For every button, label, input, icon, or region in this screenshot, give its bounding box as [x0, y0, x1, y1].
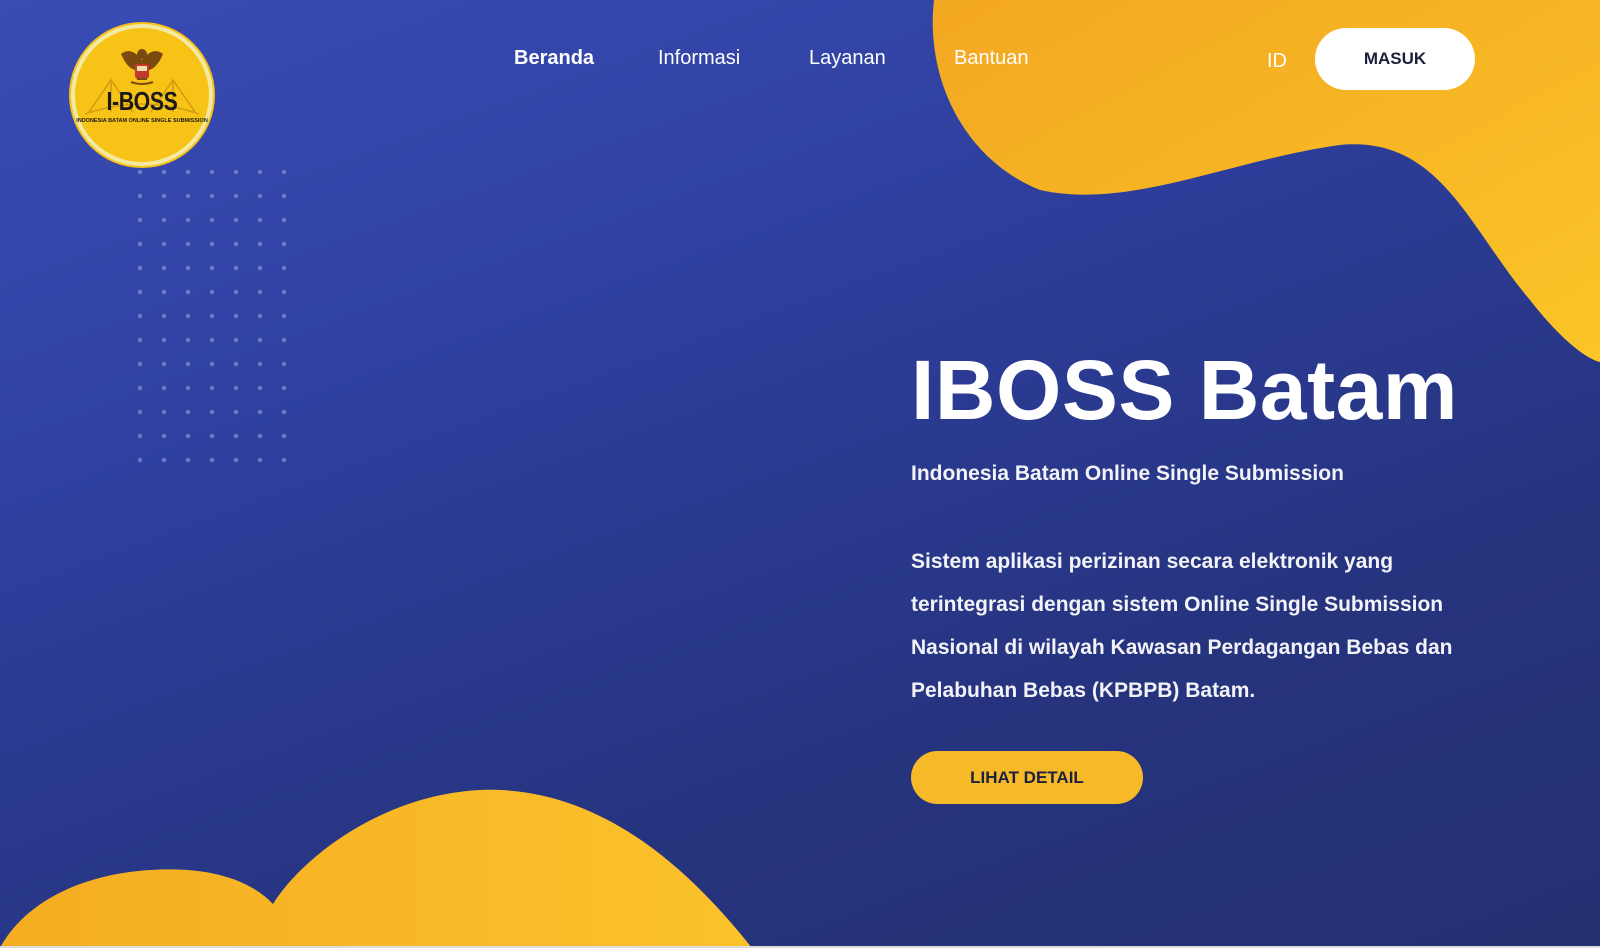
nav-link-bantuan[interactable]: Bantuan — [954, 47, 1029, 70]
hero-title: IBOSS Batam — [911, 343, 1458, 437]
bottom-left-wave — [0, 789, 752, 948]
nav-link-informasi[interactable]: Informasi — [658, 47, 740, 70]
iboss-logo[interactable]: I-BOSS INDONESIA BATAM ONLINE SINGLE SUB… — [71, 24, 213, 166]
hero-subtitle: Indonesia Batam Online Single Submission — [911, 462, 1344, 485]
logo-subtitle: INDONESIA BATAM ONLINE SINGLE SUBMISSION — [76, 118, 208, 124]
logo-title: I-BOSS — [106, 86, 178, 116]
dot-grid-decoration — [138, 170, 288, 470]
login-button[interactable]: MASUK — [1315, 28, 1475, 90]
hero-description: Sistem aplikasi perizinan secara elektro… — [911, 550, 1453, 702]
nav-link-layanan[interactable]: Layanan — [809, 47, 886, 70]
landing-page: I-BOSS INDONESIA BATAM ONLINE SINGLE SUB… — [0, 0, 1600, 948]
language-switcher[interactable]: ID — [1267, 50, 1287, 73]
view-detail-button[interactable]: LIHAT DETAIL — [911, 751, 1143, 804]
yellow-wave-shapes — [0, 0, 1600, 948]
nav-link-beranda[interactable]: Beranda — [514, 47, 594, 70]
